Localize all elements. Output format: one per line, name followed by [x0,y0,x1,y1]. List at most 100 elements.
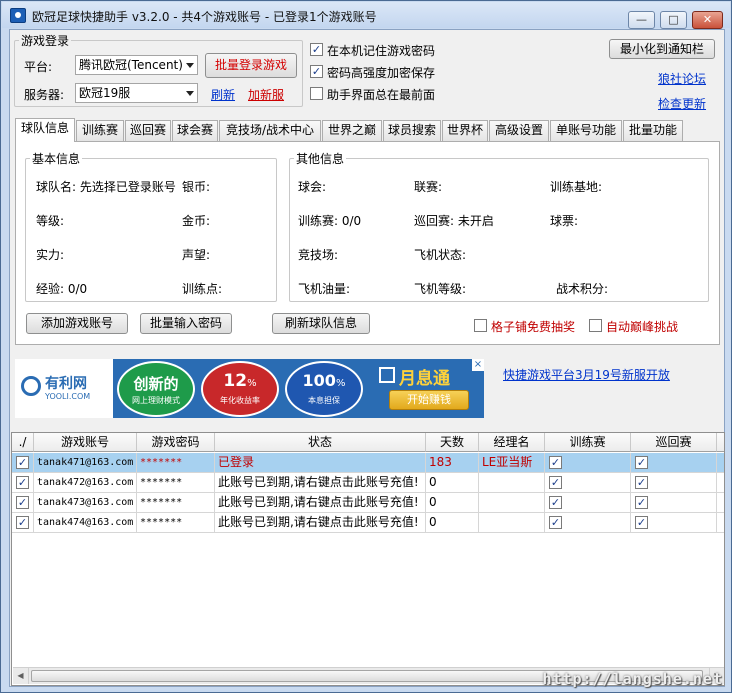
table-row[interactable]: ✓ tanak471@163.com ******* 已登录 183 LE亚当斯 ✓ ✓ [12,453,724,473]
table-row[interactable]: ✓ tanak473@163.com ******* 此账号已到期,请右键点击此账号充… [12,493,724,513]
other-info-title: 其他信息 [294,150,347,167]
brand-logo-icon [21,376,41,396]
batch-login-button[interactable]: 批量登录游戏 [205,53,297,78]
account-cell: tanak472@163.com [34,473,137,493]
minimize-button[interactable]: — [628,11,655,29]
header-account[interactable]: 游戏账号 [34,433,137,452]
status-cell: 此账号已到期,请右键点击此账号充值! [215,493,426,513]
tour-checkbox[interactable]: ✓ [635,456,648,469]
tab-world-cup[interactable]: 世界杯 [442,120,488,141]
header-select[interactable]: ./ [12,433,34,452]
close-button[interactable]: ✕ [692,11,723,29]
row-select-checkbox[interactable]: ✓ [16,476,29,489]
table-row[interactable]: ✓ tanak474@163.com ******* 此账号已到期,请右键点击此账号充… [12,513,724,533]
header-training[interactable]: 训练赛 [545,433,631,452]
tab-batch[interactable]: 批量功能 [623,120,683,141]
team-info-panel: 基本信息 球队名: 先选择已登录账号 银币: 等级: 金币: 实力: 声望: 经… [15,141,720,345]
topmost-label: 助手界面总在最前面 [327,88,436,102]
tab-advanced[interactable]: 高级设置 [489,120,549,141]
server-select[interactable]: 欧冠19服 [75,83,198,103]
ad-brand-area: 有利网 YOOLI.COM [15,359,113,418]
overflow-cell [717,473,724,493]
silver: 银币: [182,180,211,194]
table-row[interactable]: ✓ tanak472@163.com ******* 此账号已到期,请右键点击此账号充… [12,473,724,493]
tab-world-peak[interactable]: 世界之巅 [322,120,382,141]
account-cell: tanak471@163.com [34,453,137,473]
tour-cell: ✓ [631,513,717,533]
team-name: 球队名: 先选择已登录账号 [36,180,176,194]
row-select-checkbox[interactable]: ✓ [16,496,29,509]
training-checkbox[interactable]: ✓ [549,476,562,489]
add-server-link[interactable]: 加新服 [248,86,284,103]
days-cell: 0 [426,473,479,493]
plane-status: 飞机状态: [414,248,467,262]
server-value: 欧冠19服 [79,86,131,100]
manager-cell [479,493,545,513]
tour-checkbox[interactable]: ✓ [635,516,648,529]
header-status[interactable]: 状态 [215,433,426,452]
ad-c2-value: 12% [203,371,277,391]
encrypt-password-checkbox[interactable]: ✓ [310,65,323,78]
tab-player-search[interactable]: 球员搜索 [383,120,441,141]
account-cell: tanak474@163.com [34,513,137,533]
ad-circle-guarantee: 100% 本息担保 [285,361,363,417]
refresh-link[interactable]: 刷新 [211,86,235,103]
tour-checkbox[interactable]: ✓ [635,476,648,489]
row-select-cell: ✓ [12,453,34,473]
training-base: 训练基地: [550,180,603,194]
client-area: 游戏登录 平台: 腾讯欧冠(Tencent) 服务器: 欧冠19服 批量登录游戏… [9,29,725,687]
peak-challenge-checkbox[interactable] [589,319,602,332]
row-select-checkbox[interactable]: ✓ [16,456,29,469]
header-manager[interactable]: 经理名 [479,433,545,452]
account-cell: tanak473@163.com [34,493,137,513]
check-update-link[interactable]: 检查更新 [658,95,706,112]
tab-single-account[interactable]: 单账号功能 [550,120,622,141]
scroll-left-icon[interactable]: ◀ [13,668,29,684]
new-server-link[interactable]: 快捷游戏平台3月19号新服开放 [503,366,670,383]
account-table: ./ 游戏账号 游戏密码 状态 天数 经理名 训练赛 巡回赛 ✓ tanak471… [11,432,725,686]
ad-close-icon[interactable]: × [472,359,484,371]
batch-password-button[interactable]: 批量输入密码 [140,313,232,334]
days-cell: 0 [426,493,479,513]
header-tour[interactable]: 巡回赛 [631,433,717,452]
gold: 金币: [182,214,211,228]
basic-info-title: 基本信息 [30,150,83,167]
topmost-checkbox[interactable] [310,87,323,100]
tactic-points: 战术积分: [556,282,609,296]
tab-team-info[interactable]: 球队信息 [15,118,75,142]
training-cell: ✓ [545,473,631,493]
row-select-cell: ✓ [12,473,34,493]
ad-banner[interactable]: 有利网 YOOLI.COM 创新的 网上理财模式 12% 年化收益率 100% … [15,359,484,418]
tour-checkbox[interactable]: ✓ [635,496,648,509]
platform-select[interactable]: 腾讯欧冠(Tencent) [75,55,198,75]
training-checkbox[interactable]: ✓ [549,456,562,469]
row-select-checkbox[interactable]: ✓ [16,516,29,529]
tab-club[interactable]: 球会赛 [172,120,218,141]
training-checkbox[interactable]: ✓ [549,516,562,529]
tab-tour[interactable]: 巡回赛 [125,120,171,141]
platform-value: 腾讯欧冠(Tencent) [79,58,183,72]
lottery-checkbox[interactable] [474,319,487,332]
add-account-button[interactable]: 添加游戏账号 [26,313,128,334]
forum-link[interactable]: 狼社论坛 [658,70,706,87]
row-select-cell: ✓ [12,513,34,533]
maximize-button[interactable]: □ [660,11,687,29]
main-window: 欧冠足球快捷助手 v3.2.0 - 共4个游戏账号 - 已登录1个游戏账号 — … [0,0,732,693]
header-password[interactable]: 游戏密码 [137,433,215,452]
tab-arena[interactable]: 竞技场/战术中心 [219,120,321,141]
calendar-icon [379,367,395,383]
tickets: 球票: [550,214,579,228]
experience: 经验: 0/0 [36,282,88,296]
training-points: 训练点: [182,282,223,296]
title-bar[interactable]: 欧冠足球快捷助手 v3.2.0 - 共4个游戏账号 - 已登录1个游戏账号 — … [2,2,730,29]
strength: 实力: [36,248,65,262]
remember-password-checkbox[interactable]: ✓ [310,43,323,56]
ad-cta-button[interactable]: 开始赚钱 [389,390,469,410]
training-checkbox[interactable]: ✓ [549,496,562,509]
refresh-team-button[interactable]: 刷新球队信息 [272,313,370,334]
overflow-cell [717,493,724,513]
tour-cell: ✓ [631,493,717,513]
tab-training[interactable]: 训练赛 [76,120,124,141]
minimize-to-tray-button[interactable]: 最小化到通知栏 [609,39,715,59]
header-days[interactable]: 天数 [426,433,479,452]
